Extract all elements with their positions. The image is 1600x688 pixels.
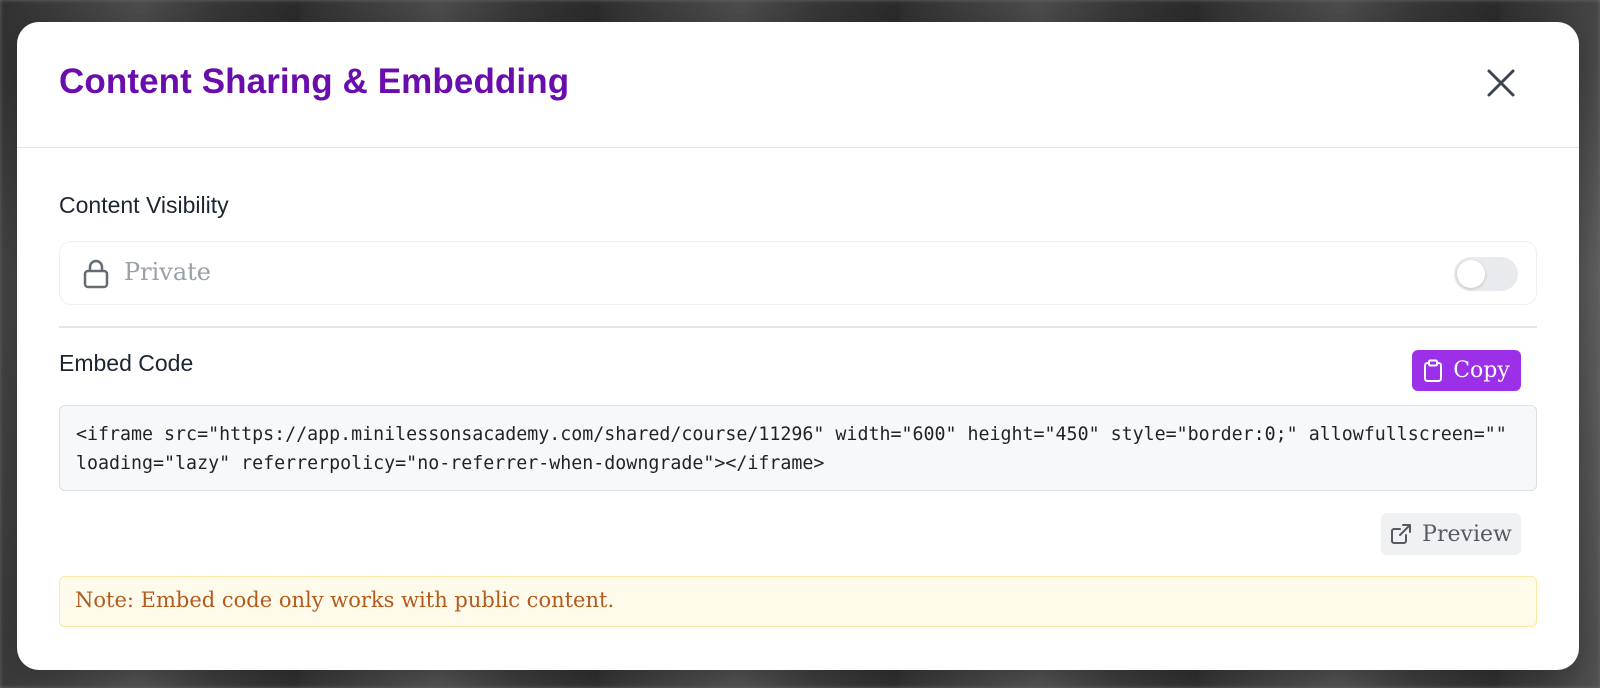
copy-button-label: Copy <box>1453 358 1510 383</box>
preview-button-label: Preview <box>1422 521 1512 547</box>
visibility-toggle[interactable] <box>1454 257 1518 291</box>
lock-icon <box>83 259 109 289</box>
modal-header: Content Sharing & Embedding <box>17 22 1579 148</box>
visibility-label: Content Visibility <box>59 192 229 218</box>
section-divider <box>59 326 1537 328</box>
preview-button[interactable]: Preview <box>1381 513 1521 555</box>
embed-code-label: Embed Code <box>59 350 194 376</box>
visibility-status: Private <box>124 258 212 286</box>
visibility-row: Private <box>59 241 1537 305</box>
copy-button[interactable]: Copy <box>1412 350 1521 391</box>
public-content-note: Note: Embed code only works with public … <box>59 576 1537 627</box>
close-button[interactable] <box>1483 65 1519 101</box>
external-link-icon <box>1391 524 1412 544</box>
clipboard-icon <box>1424 359 1443 382</box>
toggle-knob <box>1457 260 1485 288</box>
modal-title: Content Sharing & Embedding <box>59 62 570 101</box>
close-icon <box>1487 69 1515 97</box>
sharing-modal: Content Sharing & Embedding Content Visi… <box>17 22 1579 670</box>
embed-code-block[interactable]: <iframe src="https://app.minilessonsacad… <box>59 405 1537 491</box>
